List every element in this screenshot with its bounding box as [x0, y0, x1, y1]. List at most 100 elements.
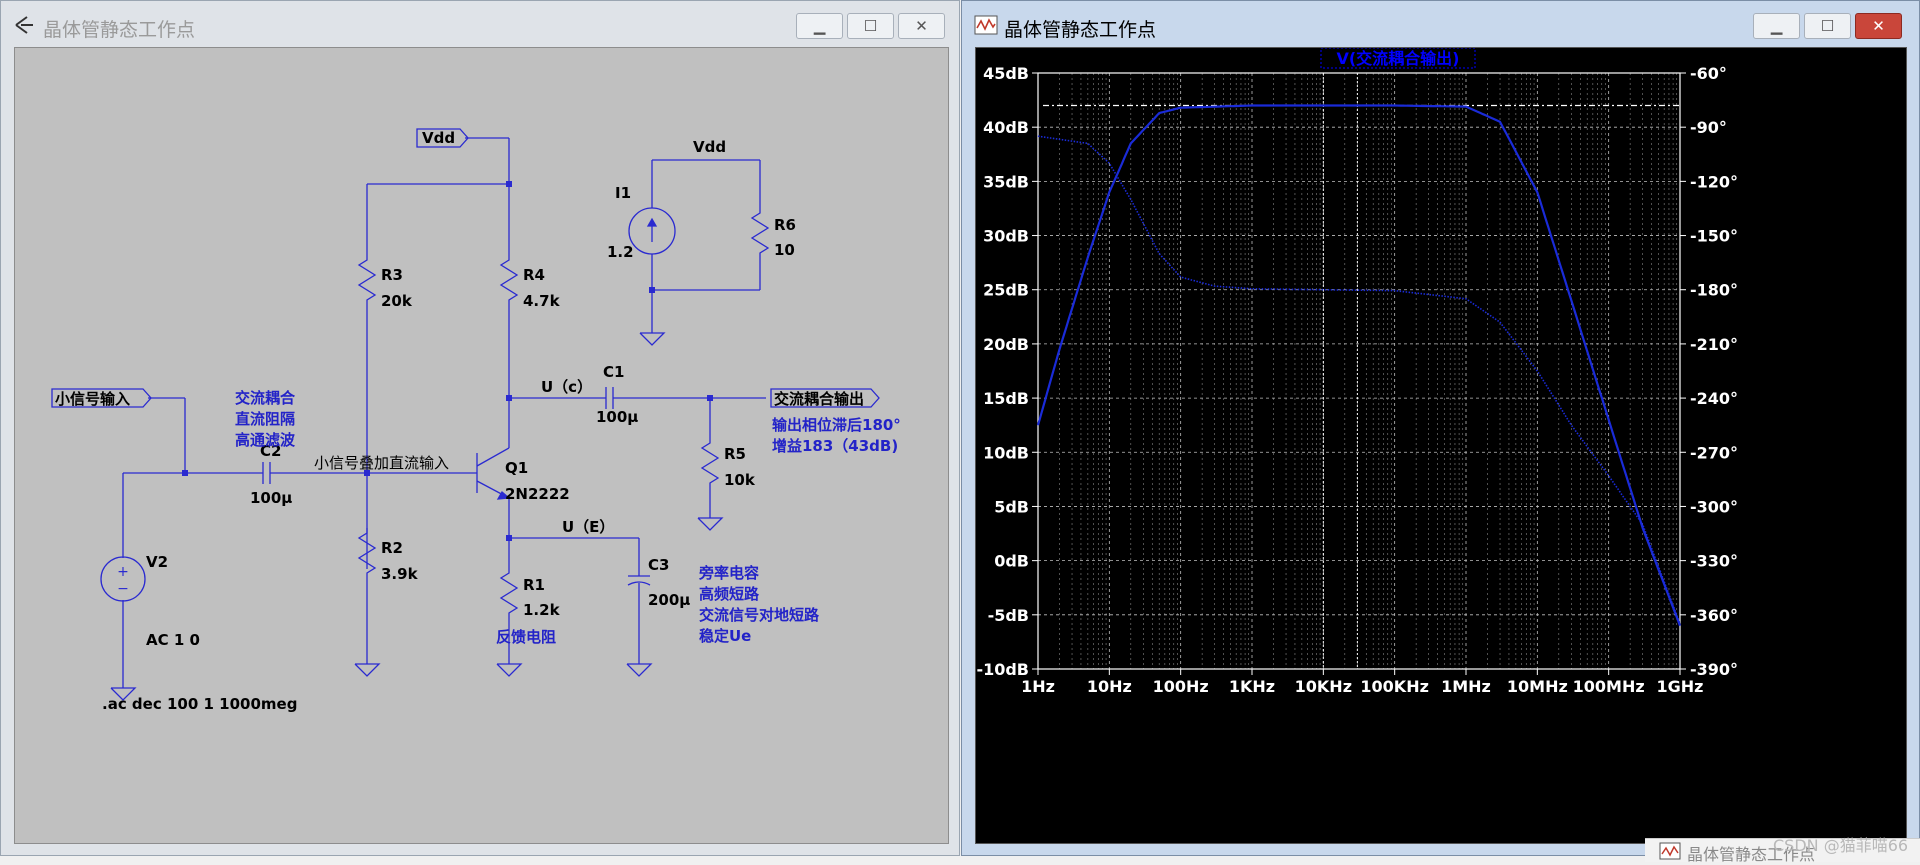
y-right-tick-label: -270°	[1690, 443, 1738, 462]
i1-name: I1	[615, 184, 631, 202]
q1-value: 2N2222	[505, 485, 570, 503]
y-left-tick-label: 30dB	[983, 227, 1029, 246]
y-left-tick-label: 10dB	[983, 443, 1029, 462]
output-note-2: 增益183（43dB)	[772, 437, 898, 455]
vdd-label-aux: Vdd	[693, 138, 726, 156]
x-tick-label: 10MHz	[1507, 677, 1568, 696]
vdd-label-top: Vdd	[422, 129, 455, 147]
c3-value: 200µ	[648, 591, 690, 609]
v2-name: V2	[146, 553, 168, 571]
c2-note-3: 高通滤波	[235, 431, 296, 449]
schematic-titlebar[interactable]: 晶体管静态工作点 ▁ ☐ ✕	[1, 1, 959, 53]
magnitude-curve	[1036, 104, 1682, 627]
r3-name: R3	[381, 266, 403, 284]
r1-note: 反馈电阻	[496, 628, 556, 646]
r3-value: 20k	[381, 292, 413, 310]
r6-value: 10	[774, 241, 795, 259]
v2-value: AC 1 0	[146, 631, 200, 649]
x-tick-label: 1Hz	[1021, 677, 1055, 696]
c3-note-1: 旁率电容	[698, 564, 759, 582]
schematic-window[interactable]: 晶体管静态工作点 ▁ ☐ ✕ + − Vdd Vdd 小信号输入 交流耦合输出 …	[0, 0, 960, 856]
c1-name: C1	[603, 363, 624, 381]
x-tick-label: 1MHz	[1441, 677, 1491, 696]
y-right-tick-label: -210°	[1690, 335, 1738, 354]
output-note-1: 输出相位滞后180°	[772, 416, 901, 434]
y-left-tick-label: 15dB	[983, 389, 1029, 408]
c1-value: 100µ	[596, 408, 638, 426]
r2-name: R2	[381, 539, 403, 557]
r1-value: 1.2k	[523, 601, 561, 619]
c2-note-1: 交流耦合	[235, 389, 296, 407]
y-right-tick-label: -300°	[1690, 497, 1738, 516]
schematic-window-title: 晶体管静态工作点	[43, 19, 196, 41]
y-right-tick-label: -60°	[1690, 64, 1727, 83]
r2-value: 3.9k	[381, 565, 419, 583]
y-right-tick-label: -330°	[1690, 552, 1738, 571]
plot-canvas[interactable]: 1Hz 10Hz 100Hz 1KHz 10KHz 100KHz 1MHz 10MHz 100M…	[975, 47, 1907, 844]
y-left-tick-label: 5dB	[994, 497, 1029, 516]
x-tick-label: 10KHz	[1295, 677, 1352, 696]
y-right-tick-label: -120°	[1690, 172, 1738, 191]
y-right-tick-label: -390°	[1690, 660, 1738, 679]
c2-value: 100µ	[250, 489, 292, 507]
r5-name: R5	[724, 445, 746, 463]
close-button[interactable]: ✕	[1855, 13, 1902, 39]
c3-note-2: 高频短路	[699, 585, 760, 603]
output-net-label: 交流耦合输出	[774, 390, 864, 408]
i1-value: 1.2	[607, 243, 634, 261]
trace-title[interactable]: V(交流耦合输出)	[1336, 49, 1459, 68]
y-left-tick-label: -5dB	[988, 606, 1029, 625]
y-right-tick-label: -180°	[1690, 281, 1738, 300]
input-net-label: 小信号输入	[55, 390, 130, 408]
y-left-tick-label: 0dB	[994, 552, 1029, 571]
ue-label: U（E）	[562, 518, 614, 536]
y-right-tick-label: -240°	[1690, 389, 1738, 408]
waveform-icon	[1659, 842, 1681, 860]
y-right-tick-label: -150°	[1690, 227, 1738, 246]
maximize-button[interactable]: ☐	[1804, 13, 1851, 39]
x-tick-label: 10Hz	[1087, 677, 1132, 696]
r4-value: 4.7k	[523, 292, 561, 310]
schematic-canvas[interactable]: + − Vdd Vdd 小信号输入 交流耦合输出 小信号叠加直流输入 R3 20	[14, 47, 949, 844]
y-right-tick-label: -90°	[1690, 118, 1727, 137]
c3-name: C3	[648, 556, 669, 574]
schematic-app-icon	[15, 16, 33, 34]
svg-text:−: −	[117, 581, 129, 597]
plot-titlebar[interactable]: 晶体管静态工作点 ▁ ☐ ✕	[962, 1, 1919, 53]
waveform-app-icon	[974, 15, 998, 35]
r6-name: R6	[774, 216, 796, 234]
y-left-tick-label: 25dB	[983, 281, 1029, 300]
y-right-tick-label: -360°	[1690, 606, 1738, 625]
maximize-button[interactable]: ☐	[847, 13, 894, 39]
plot-frame	[1037, 72, 1681, 670]
x-tick-label: 1GHz	[1657, 677, 1704, 696]
c2-note-2: 直流阻隔	[235, 410, 295, 428]
watermark: CSDN @猫菲喵66	[1773, 836, 1909, 855]
r4-name: R4	[523, 266, 545, 284]
close-button[interactable]: ✕	[898, 13, 945, 39]
x-tick-label: 100Hz	[1153, 677, 1209, 696]
uc-label: U（c）	[541, 378, 592, 396]
c3-note-4: 稳定Ue	[699, 627, 751, 645]
x-tick-label: 1KHz	[1229, 677, 1275, 696]
c3-note-3: 交流信号对地短路	[699, 606, 820, 624]
q1-name: Q1	[505, 459, 528, 477]
y-left-tick-label: 45dB	[983, 64, 1029, 83]
base-note: 小信号叠加直流输入	[314, 454, 449, 472]
phase-curve	[1037, 135, 1681, 625]
y-left-tick-label: -10dB	[976, 660, 1029, 679]
x-tick-label: 100MHz	[1573, 677, 1645, 696]
minimize-button[interactable]: ▁	[1753, 13, 1800, 39]
ac-directive: .ac dec 100 1 1000meg	[102, 695, 297, 713]
minimize-button[interactable]: ▁	[796, 13, 843, 39]
svg-text:+: +	[117, 564, 129, 580]
plot-window[interactable]: 晶体管静态工作点 ▁ ☐ ✕ 1Hz 10Hz 100Hz 1KHz 10KHz 100K…	[961, 0, 1920, 856]
r1-name: R1	[523, 576, 545, 594]
bode-plot[interactable]: 1Hz 10Hz 100Hz 1KHz 10KHz 100KHz 1MHz 10MHz 100M…	[976, 48, 1908, 845]
y-left-tick-label: 35dB	[983, 172, 1029, 191]
y-left-tick-label: 20dB	[983, 335, 1029, 354]
y-left-tick-label: 40dB	[983, 118, 1029, 137]
plot-window-title: 晶体管静态工作点	[1004, 19, 1157, 41]
x-tick-label: 100KHz	[1360, 677, 1429, 696]
r5-value: 10k	[724, 471, 756, 489]
